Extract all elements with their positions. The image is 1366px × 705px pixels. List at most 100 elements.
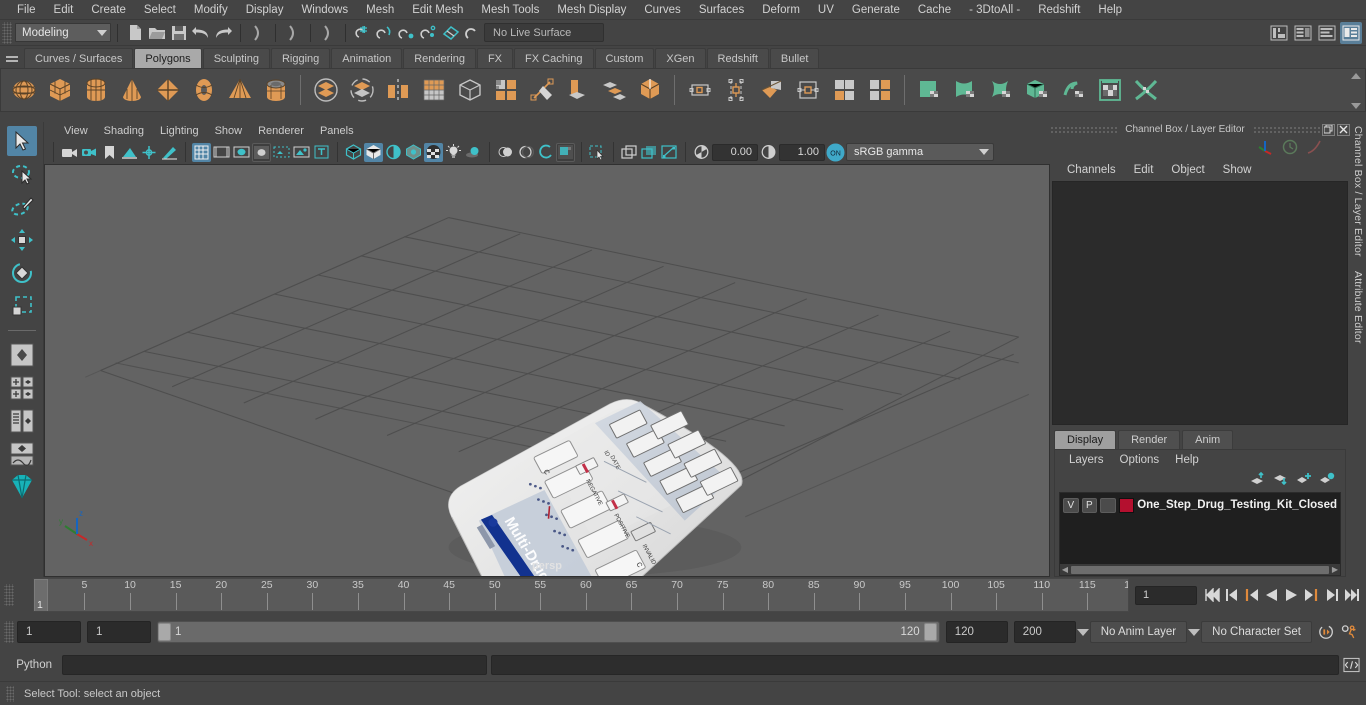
- select-tool-button[interactable]: [6, 126, 37, 156]
- multisample-aa-icon[interactable]: [536, 143, 555, 162]
- use-all-lights-icon[interactable]: [444, 143, 463, 162]
- viewport-menu-lighting[interactable]: Lighting: [152, 122, 207, 140]
- color-management-toggle[interactable]: ON: [826, 143, 845, 162]
- shelf-gem-icon[interactable]: [7, 472, 37, 502]
- color-management-selector[interactable]: sRGB gamma: [846, 143, 994, 161]
- tab-render[interactable]: Render: [1118, 430, 1181, 449]
- show-hide-tool-settings-icon[interactable]: [1316, 22, 1338, 44]
- tab-anim[interactable]: Anim: [1182, 430, 1234, 449]
- step-forward-keyframe-icon[interactable]: [1323, 586, 1340, 604]
- menu-cache[interactable]: Cache: [909, 0, 960, 20]
- shelf-tab-custom[interactable]: Custom: [594, 48, 655, 68]
- channel-box-menu-channels[interactable]: Channels: [1058, 164, 1125, 176]
- status-line-gripper[interactable]: [2, 21, 12, 44]
- uv-editor-icon[interactable]: [1093, 74, 1126, 107]
- lasso-select-tool-button[interactable]: [7, 159, 37, 189]
- gate-mask-icon[interactable]: [252, 142, 271, 162]
- animation-start-time-field[interactable]: 1: [17, 621, 81, 643]
- menu-mesh-tools[interactable]: Mesh Tools: [472, 0, 548, 20]
- shelf-tab-animation[interactable]: Animation: [331, 48, 403, 68]
- offset-edge-loop-icon[interactable]: [791, 74, 824, 107]
- vertical-tab-attribute-editor[interactable]: Attribute Editor: [1352, 271, 1364, 344]
- shelf-menu-icon[interactable]: [0, 46, 24, 68]
- range-right-handle[interactable]: [923, 623, 937, 641]
- menu-edit-mesh[interactable]: Edit Mesh: [403, 0, 472, 20]
- motion-blur-icon[interactable]: [516, 143, 535, 162]
- menu-modify[interactable]: Modify: [185, 0, 237, 20]
- axis-display-icon[interactable]: [1256, 139, 1274, 158]
- layer-menu-help[interactable]: Help: [1167, 454, 1207, 466]
- vertical-tab-channel-box[interactable]: Channel Box / Layer Editor: [1352, 126, 1364, 257]
- menu-3dtoall[interactable]: - 3DtoAll -: [960, 0, 1029, 20]
- play-forwards-icon[interactable]: [1283, 586, 1300, 604]
- time-slider-gripper[interactable]: [4, 584, 14, 606]
- xray-icon[interactable]: [292, 143, 311, 162]
- play-backwards-icon[interactable]: [1263, 586, 1280, 604]
- channel-box-content[interactable]: [1052, 181, 1348, 425]
- shelf-tab-sculpting[interactable]: Sculpting: [202, 48, 270, 68]
- tab-display[interactable]: Display: [1054, 430, 1117, 449]
- poly-cube-icon[interactable]: [43, 74, 76, 107]
- separate-icon[interactable]: [345, 74, 378, 107]
- viewport-menu-panels[interactable]: Panels: [312, 122, 362, 140]
- booleans-icon[interactable]: [489, 74, 522, 107]
- uv-layout-icon[interactable]: [1129, 74, 1162, 107]
- menu-edit[interactable]: Edit: [45, 0, 83, 20]
- script-editor-icon[interactable]: [1343, 656, 1360, 674]
- shelf-tab-xgen[interactable]: XGen: [655, 48, 706, 68]
- channel-box-menu-object[interactable]: Object: [1162, 164, 1213, 176]
- connect-components-icon[interactable]: [863, 74, 896, 107]
- panel-drag-dots-left[interactable]: [1050, 125, 1118, 134]
- select-camera-icon[interactable]: [60, 143, 79, 162]
- shelf-scroll-down-icon[interactable]: [1351, 103, 1361, 109]
- shadows-icon[interactable]: [464, 143, 483, 162]
- texture-display-icon[interactable]: [424, 142, 443, 162]
- curve-icon[interactable]: [1306, 139, 1322, 158]
- current-time-field[interactable]: 1: [1135, 585, 1197, 605]
- new-scene-icon[interactable]: [125, 23, 145, 43]
- combine-icon[interactable]: [309, 74, 342, 107]
- uv-cylindrical-mapping-icon[interactable]: [949, 74, 982, 107]
- menu-help[interactable]: Help: [1089, 0, 1131, 20]
- mirror-icon[interactable]: [381, 74, 414, 107]
- range-slider-bar[interactable]: 1 120: [157, 621, 940, 643]
- poly-torus-icon[interactable]: [187, 74, 220, 107]
- poly-sphere-icon[interactable]: [7, 74, 40, 107]
- move-layer-down-icon[interactable]: [1273, 472, 1289, 488]
- shelf-tab-polygons[interactable]: Polygons: [134, 48, 202, 68]
- layer-playback-toggle[interactable]: P: [1081, 497, 1098, 513]
- xray-active-components-icon[interactable]: [660, 143, 679, 162]
- show-hide-channel-box-icon[interactable]: [1340, 22, 1362, 44]
- scroll-right-icon[interactable]: ▶: [1330, 565, 1340, 574]
- channel-box-menu-show[interactable]: Show: [1214, 164, 1261, 176]
- uv-spherical-mapping-icon[interactable]: [985, 74, 1018, 107]
- rotate-tool-button[interactable]: [7, 258, 37, 288]
- range-end-time-field[interactable]: 120: [945, 621, 1008, 643]
- menu-generate[interactable]: Generate: [843, 0, 909, 20]
- shelf-tab-redshift[interactable]: Redshift: [706, 48, 769, 68]
- go-to-start-icon[interactable]: [1203, 586, 1220, 604]
- menu-mesh-display[interactable]: Mesh Display: [548, 0, 635, 20]
- film-gate-icon[interactable]: [212, 143, 231, 162]
- layer-color-swatch[interactable]: [1118, 497, 1135, 513]
- isolate-select-icon[interactable]: [588, 143, 607, 162]
- layer-visibility-toggle[interactable]: V: [1063, 497, 1079, 513]
- 3d-viewport-canvas[interactable]: Multi-Drug Panel Test: [44, 164, 1050, 577]
- camera-attributes-icon[interactable]: [80, 143, 99, 162]
- go-to-end-icon[interactable]: [1343, 586, 1360, 604]
- close-panel-icon[interactable]: [1337, 123, 1351, 136]
- new-layer-icon[interactable]: [1296, 472, 1312, 488]
- depth-of-field-icon[interactable]: [556, 142, 575, 162]
- menu-redshift[interactable]: Redshift: [1029, 0, 1089, 20]
- bookmark-icon[interactable]: [100, 143, 119, 162]
- layer-shading-toggle[interactable]: [1100, 497, 1116, 513]
- menu-set-selector[interactable]: Modeling: [15, 23, 111, 42]
- textured-shading-icon[interactable]: [404, 143, 423, 162]
- select-hierarchy-icon[interactable]: [248, 23, 268, 43]
- auto-keyframe-icon[interactable]: [1318, 623, 1335, 641]
- step-forward-frame-icon[interactable]: [1303, 586, 1320, 604]
- grid-toggle-icon[interactable]: [192, 142, 211, 162]
- layer-row[interactable]: V P One_Step_Drug_Testing_Kit_Closed: [1060, 495, 1340, 515]
- step-back-frame-icon[interactable]: [1243, 586, 1260, 604]
- poly-plane-icon[interactable]: [151, 74, 184, 107]
